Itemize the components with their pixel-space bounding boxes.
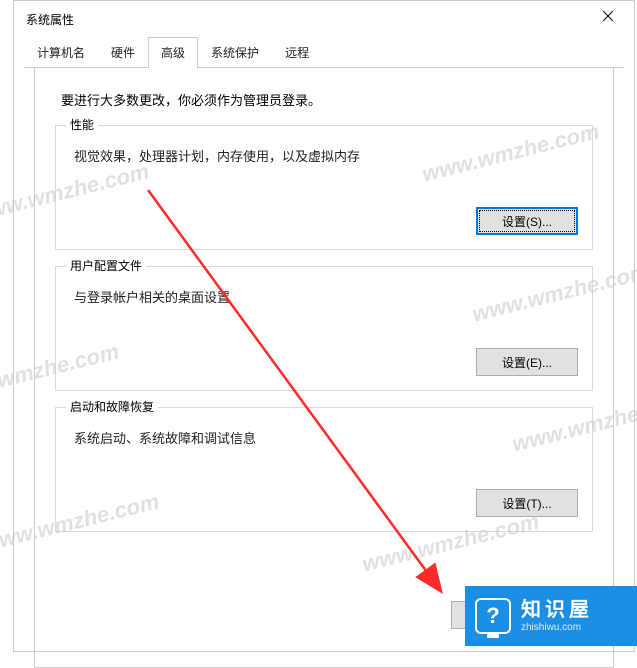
brand-name-cn: 知识屋 <box>521 600 593 620</box>
tab-strip: 计算机名 硬件 高级 系统保护 远程 <box>24 37 624 68</box>
close-button[interactable] <box>588 2 628 30</box>
window-title: 系统属性 <box>26 11 74 28</box>
group-startup-recovery-desc: 系统启动、系统故障和调试信息 <box>74 428 578 447</box>
tab-remote[interactable]: 远程 <box>272 37 322 67</box>
group-performance: 性能 视觉效果，处理器计划，内存使用，以及虚拟内存 设置(S)... <box>55 125 593 250</box>
group-user-profiles: 用户配置文件 与登录帐户相关的桌面设置 设置(E)... <box>55 266 593 391</box>
group-user-profiles-title: 用户配置文件 <box>66 257 146 274</box>
tabs-container: 计算机名 硬件 高级 系统保护 远程 要进行大多数更改，你必须作为管理员登录。 … <box>14 37 634 668</box>
tab-system-protection[interactable]: 系统保护 <box>198 37 272 67</box>
group-startup-recovery-actions: 设置(T)... <box>70 489 578 517</box>
group-user-profiles-actions: 设置(E)... <box>70 348 578 376</box>
brand-name-en: zhishiwu.com <box>521 622 593 633</box>
tab-computer-name[interactable]: 计算机名 <box>24 37 98 67</box>
tab-hardware[interactable]: 硬件 <box>98 37 148 67</box>
tab-advanced[interactable]: 高级 <box>148 37 198 68</box>
group-performance-actions: 设置(S)... <box>70 207 578 235</box>
tab-content-advanced: 要进行大多数更改，你必须作为管理员登录。 性能 视觉效果，处理器计划，内存使用，… <box>34 68 614 668</box>
admin-note: 要进行大多数更改，你必须作为管理员登录。 <box>61 90 593 109</box>
group-user-profiles-desc: 与登录帐户相关的桌面设置 <box>74 287 578 306</box>
brand-logo: ? 知识屋 zhishiwu.com <box>465 586 637 646</box>
system-properties-window: 系统属性 计算机名 硬件 高级 系统保护 远程 要进行大多数更改，你必须作为管理… <box>13 0 635 652</box>
brand-mark-icon: ? <box>475 598 511 634</box>
group-startup-recovery: 启动和故障恢复 系统启动、系统故障和调试信息 设置(T)... <box>55 407 593 532</box>
titlebar: 系统属性 <box>14 1 634 37</box>
group-performance-desc: 视觉效果，处理器计划，内存使用，以及虚拟内存 <box>74 146 578 165</box>
close-icon <box>602 10 614 22</box>
group-performance-title: 性能 <box>66 116 98 133</box>
user-profiles-settings-button[interactable]: 设置(E)... <box>476 348 578 376</box>
brand-text: 知识屋 zhishiwu.com <box>521 600 593 633</box>
group-startup-recovery-title: 启动和故障恢复 <box>66 398 158 415</box>
startup-recovery-settings-button[interactable]: 设置(T)... <box>476 489 578 517</box>
performance-settings-button[interactable]: 设置(S)... <box>476 207 578 235</box>
